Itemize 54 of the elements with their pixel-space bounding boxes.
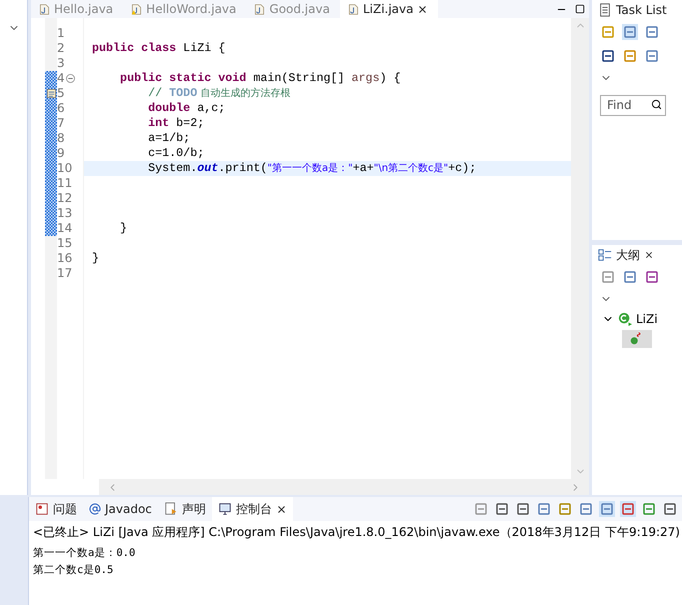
line-number: 15 [57,236,72,251]
find-field[interactable]: Find [600,94,666,116]
close-icon[interactable] [417,4,428,14]
console-tab[interactable]: 控制台 [212,497,293,521]
close-icon[interactable] [644,250,654,260]
tree-item[interactable] [622,330,652,348]
monitor-icon [218,502,232,516]
class-icon [618,312,632,326]
line-number: 1 [57,26,65,41]
line-number: 7 [57,116,65,131]
line-number: 3 [57,56,65,71]
maximize-icon[interactable] [575,4,585,14]
line-number: 6 [57,101,65,116]
line-number: 10 [57,161,72,176]
line-number: 2 [57,41,65,56]
line-number: 11 [57,176,72,191]
line-number: 12 [57,191,72,206]
declaration-icon [164,502,178,516]
fold-icon[interactable] [66,74,75,83]
outline-icon [598,248,612,262]
line-number: 5 [57,86,65,101]
code-line: double a,c; [147,101,226,116]
java-file-icon [348,2,359,16]
console-tab[interactable]: Javadoc [83,497,158,521]
console-tab[interactable]: 声明 [158,497,212,521]
tree-item[interactable]: LiZi [636,312,658,326]
java-file-icon [254,2,266,16]
code-line: // TODO 自动生成的方法存根 [147,86,292,101]
at-sign-icon [89,503,101,515]
line-number: 9 [57,146,65,161]
console-output-line: 第二个数c是0.5 [32,563,114,578]
console-output-line: 第一一个数a是：0.0 [32,546,136,561]
java-file-icon [39,2,50,16]
line-number: 8 [57,131,65,146]
code-line: } [91,251,100,266]
code-line: int b=2; [147,116,206,131]
code-line: public class LiZi { [91,41,226,56]
code-line: } [119,221,128,236]
editor-tab[interactable]: LiZi.java [340,0,438,18]
code-line: public static void main(String[] args) { [119,71,402,86]
clipboard-icon [598,3,612,17]
code-line: a=1/b; [147,131,192,146]
java-file-icon [131,2,142,16]
line-number: 4 [57,71,65,86]
close-icon[interactable] [276,504,287,514]
console-tab[interactable]: 问题 [29,497,83,521]
console-header: <已终止> LiZi [Java 应用程序] C:\Program Files\Java\jre1.8.0_162\bin\javaw.exe（2018年3月12日 下午9:19:27) [32,524,681,541]
line-number: 14 [57,221,72,236]
line-number: 13 [57,206,72,221]
line-number: 16 [57,251,72,266]
search-icon [651,99,662,110]
problems-icon [35,502,49,516]
code-line: c=1.0/b; [147,146,206,161]
line-number: 17 [57,266,72,281]
